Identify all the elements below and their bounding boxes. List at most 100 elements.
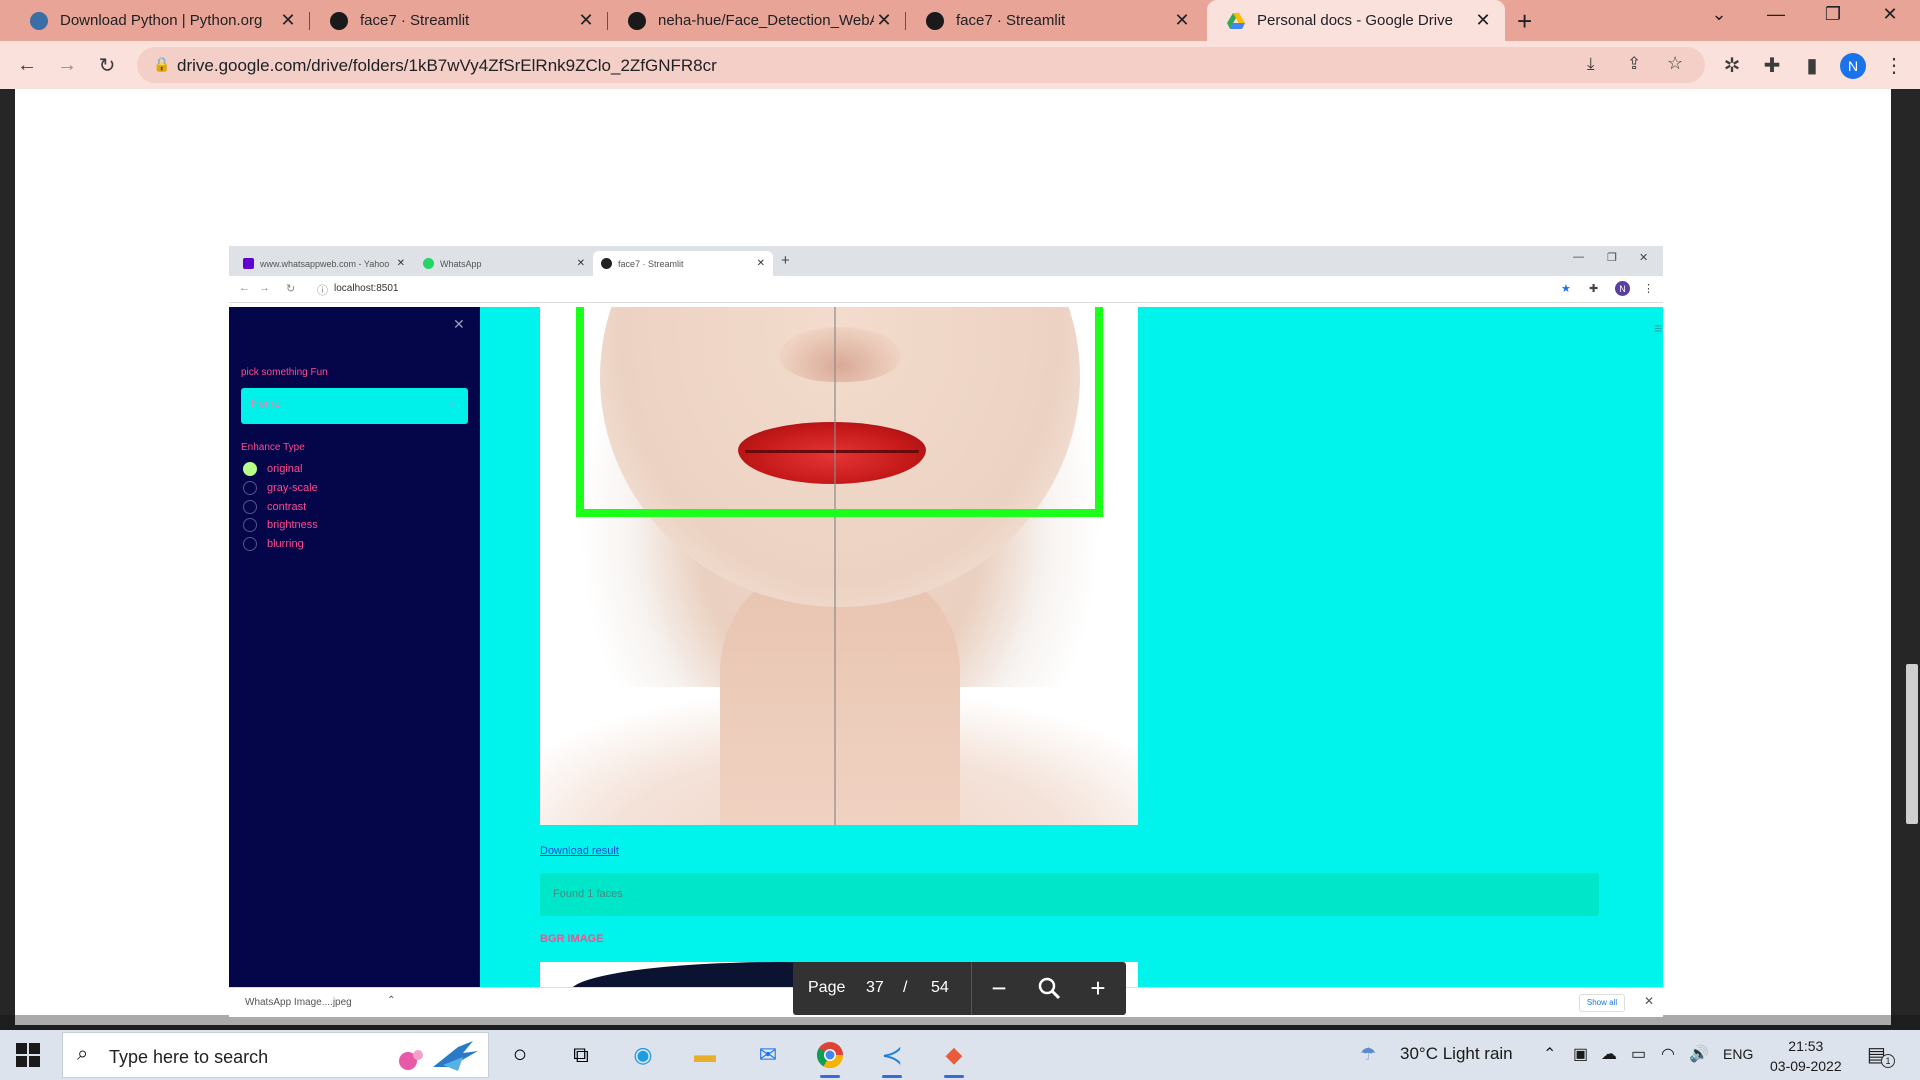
enhance-label: Enhance Type bbox=[241, 442, 305, 453]
tab-title: Personal docs - Google Drive bbox=[1257, 12, 1453, 29]
close-icon: ✕ bbox=[396, 258, 405, 269]
vscode-icon[interactable]: ≺ bbox=[872, 1037, 912, 1078]
select-label: pick something Fun bbox=[241, 367, 328, 378]
profile-avatar[interactable]: N bbox=[1840, 53, 1866, 79]
chevron-up-icon[interactable]: ⌃ bbox=[1543, 1044, 1556, 1064]
back-arrow-icon: ← bbox=[239, 282, 250, 294]
url-text: drive.google.com/drive/folders/1kB7wVy4Z… bbox=[177, 56, 717, 75]
download-file-name: WhatsApp Image....jpeg bbox=[245, 997, 352, 1008]
close-icon[interactable]: ✕ bbox=[1172, 10, 1192, 31]
volume-icon[interactable]: 🔊 bbox=[1689, 1044, 1709, 1064]
found-faces-text: Found 1 faces bbox=[553, 888, 623, 900]
new-tab-icon: + bbox=[781, 252, 790, 269]
zoom-out-button[interactable]: − bbox=[984, 973, 1014, 1003]
current-page[interactable]: 37 bbox=[866, 979, 884, 997]
taskbar-search-input[interactable]: ⌕ Type here to search bbox=[62, 1032, 489, 1078]
tab-python-download[interactable]: Download Python | Python.org ✕ bbox=[10, 0, 310, 41]
radio-label: blurring bbox=[267, 538, 304, 550]
inner-tab-title: WhatsApp bbox=[440, 258, 482, 269]
divider bbox=[971, 962, 972, 1015]
reload-icon[interactable]: ↻ bbox=[93, 51, 121, 79]
close-window-button[interactable]: ✕ bbox=[1870, 4, 1910, 25]
close-icon[interactable]: ✕ bbox=[1473, 10, 1493, 31]
info-icon: ⓘ bbox=[317, 285, 328, 297]
close-icon[interactable]: ✕ bbox=[576, 10, 596, 31]
tab-title: Download Python | Python.org bbox=[60, 12, 263, 29]
task-view-icon[interactable]: ⧉ bbox=[561, 1037, 601, 1073]
forward-arrow-icon: → bbox=[259, 282, 270, 294]
address-bar[interactable]: 🔒 drive.google.com/drive/folders/1kB7wVy… bbox=[137, 47, 1705, 83]
weather-text[interactable]: 30°C Light rain bbox=[1400, 1044, 1513, 1064]
weather-icon[interactable]: ☂ bbox=[1360, 1044, 1376, 1065]
file-explorer-icon[interactable]: ▬ bbox=[685, 1037, 725, 1073]
tab-google-drive[interactable]: Personal docs - Google Drive ✕ bbox=[1207, 0, 1505, 41]
show-all-button: Show all bbox=[1579, 994, 1625, 1012]
page-indicator: Page 37 / 54 − + bbox=[793, 962, 1126, 1015]
vertical-scrollbar[interactable] bbox=[1906, 664, 1918, 824]
tab-title: neha-hue/Face_Detection_WebA bbox=[658, 12, 874, 29]
wifi-icon[interactable]: ◠ bbox=[1661, 1044, 1675, 1064]
new-tab-button[interactable]: + bbox=[1517, 6, 1532, 37]
clock[interactable]: 21:53 03-09-2022 bbox=[1770, 1036, 1842, 1076]
mail-icon[interactable]: ✉ bbox=[748, 1037, 788, 1073]
tab-search-icon[interactable]: ⌄ bbox=[1699, 4, 1739, 25]
close-icon[interactable]: ✕ bbox=[874, 10, 894, 31]
radio-dot bbox=[243, 518, 257, 532]
notification-icon[interactable]: ▤ 1 bbox=[1867, 1042, 1895, 1068]
inner-tab-streamlit: face7 · Streamlit ✕ bbox=[593, 251, 773, 276]
mode-select: Home ⌄ bbox=[241, 388, 468, 424]
windows-start-icon[interactable] bbox=[16, 1043, 40, 1067]
inner-url-text: localhost:8501 bbox=[334, 283, 399, 294]
back-arrow-icon[interactable]: ← bbox=[13, 51, 41, 79]
battery-icon[interactable]: ▭ bbox=[1631, 1044, 1646, 1064]
forward-arrow-icon[interactable]: → bbox=[53, 51, 81, 79]
language-indicator[interactable]: ENG bbox=[1723, 1046, 1753, 1062]
radio-dot bbox=[243, 500, 257, 514]
inner-profile-avatar: N bbox=[1615, 281, 1630, 296]
menu-dots-icon[interactable]: ⋮ bbox=[1880, 51, 1908, 79]
whatsapp-icon bbox=[423, 258, 434, 269]
restore-icon: ❐ bbox=[1607, 252, 1617, 264]
radio-label: contrast bbox=[267, 501, 307, 513]
page-separator: / bbox=[903, 979, 908, 996]
chrome-icon[interactable] bbox=[810, 1037, 850, 1078]
minimize-button[interactable]: — bbox=[1756, 4, 1796, 25]
radio-dot bbox=[243, 481, 257, 495]
meet-now-icon[interactable]: ▣ bbox=[1573, 1044, 1588, 1064]
extensions-puzzle-icon[interactable]: ✚ bbox=[1758, 51, 1786, 79]
tab-github-repo[interactable]: neha-hue/Face_Detection_WebA ✕ bbox=[608, 0, 906, 41]
tab-face7-streamlit[interactable]: face7 · Streamlit ✕ bbox=[310, 0, 608, 41]
browser-toolbar: ← → ↻ 🔒 drive.google.com/drive/folders/1… bbox=[0, 41, 1920, 89]
radio-contrast: contrast bbox=[243, 500, 306, 514]
install-app-icon[interactable]: ⤓ bbox=[1587, 54, 1595, 74]
radio-original: original bbox=[243, 462, 302, 476]
tab-face7-streamlit-2[interactable]: face7 · Streamlit ✕ bbox=[906, 0, 1204, 41]
cortana-icon[interactable]: ○ bbox=[500, 1037, 540, 1073]
close-icon[interactable]: ✕ bbox=[278, 10, 298, 31]
close-icon: ✕ bbox=[756, 258, 765, 269]
inner-tab-title: face7 · Streamlit bbox=[618, 258, 684, 269]
restore-button[interactable]: ❐ bbox=[1813, 4, 1853, 25]
streamlit-main: ≡ Download result Found 1 faces BGR IMAG… bbox=[480, 307, 1663, 987]
edge-icon[interactable]: ◉ bbox=[623, 1037, 663, 1073]
side-panel-icon[interactable]: ▮ bbox=[1798, 51, 1826, 79]
inner-tab-strip: www.whatsappweb.com - Yahoo ✕ WhatsApp ✕… bbox=[229, 246, 1663, 276]
share-icon[interactable]: ⇪ bbox=[1627, 54, 1641, 74]
bookmark-star-icon[interactable]: ☆ bbox=[1667, 53, 1683, 74]
zoom-in-button[interactable]: + bbox=[1083, 973, 1113, 1003]
git-gui-icon[interactable]: ◆ bbox=[934, 1037, 974, 1078]
face-detection-box bbox=[576, 307, 1103, 517]
search-highlight-bird-icon bbox=[399, 1041, 478, 1071]
download-result-link: Download result bbox=[540, 845, 619, 857]
inner-tab-whatsapp: WhatsApp ✕ bbox=[415, 251, 593, 276]
menu-dots-icon: ⋮ bbox=[1643, 283, 1654, 295]
chevron-up-icon: ⌃ bbox=[387, 995, 396, 1006]
zoom-icon[interactable] bbox=[1034, 973, 1064, 1003]
lock-icon: 🔒 bbox=[153, 56, 171, 72]
streamlit-icon bbox=[926, 11, 944, 30]
search-icon: ⌕ bbox=[77, 1043, 89, 1065]
onedrive-icon[interactable]: ☁ bbox=[1601, 1044, 1617, 1064]
bgr-image-heading: BGR IMAGE bbox=[540, 933, 604, 945]
extension-bug-icon[interactable]: ✲ bbox=[1718, 51, 1746, 79]
embedded-screenshot: www.whatsappweb.com - Yahoo ✕ WhatsApp ✕… bbox=[229, 246, 1663, 987]
